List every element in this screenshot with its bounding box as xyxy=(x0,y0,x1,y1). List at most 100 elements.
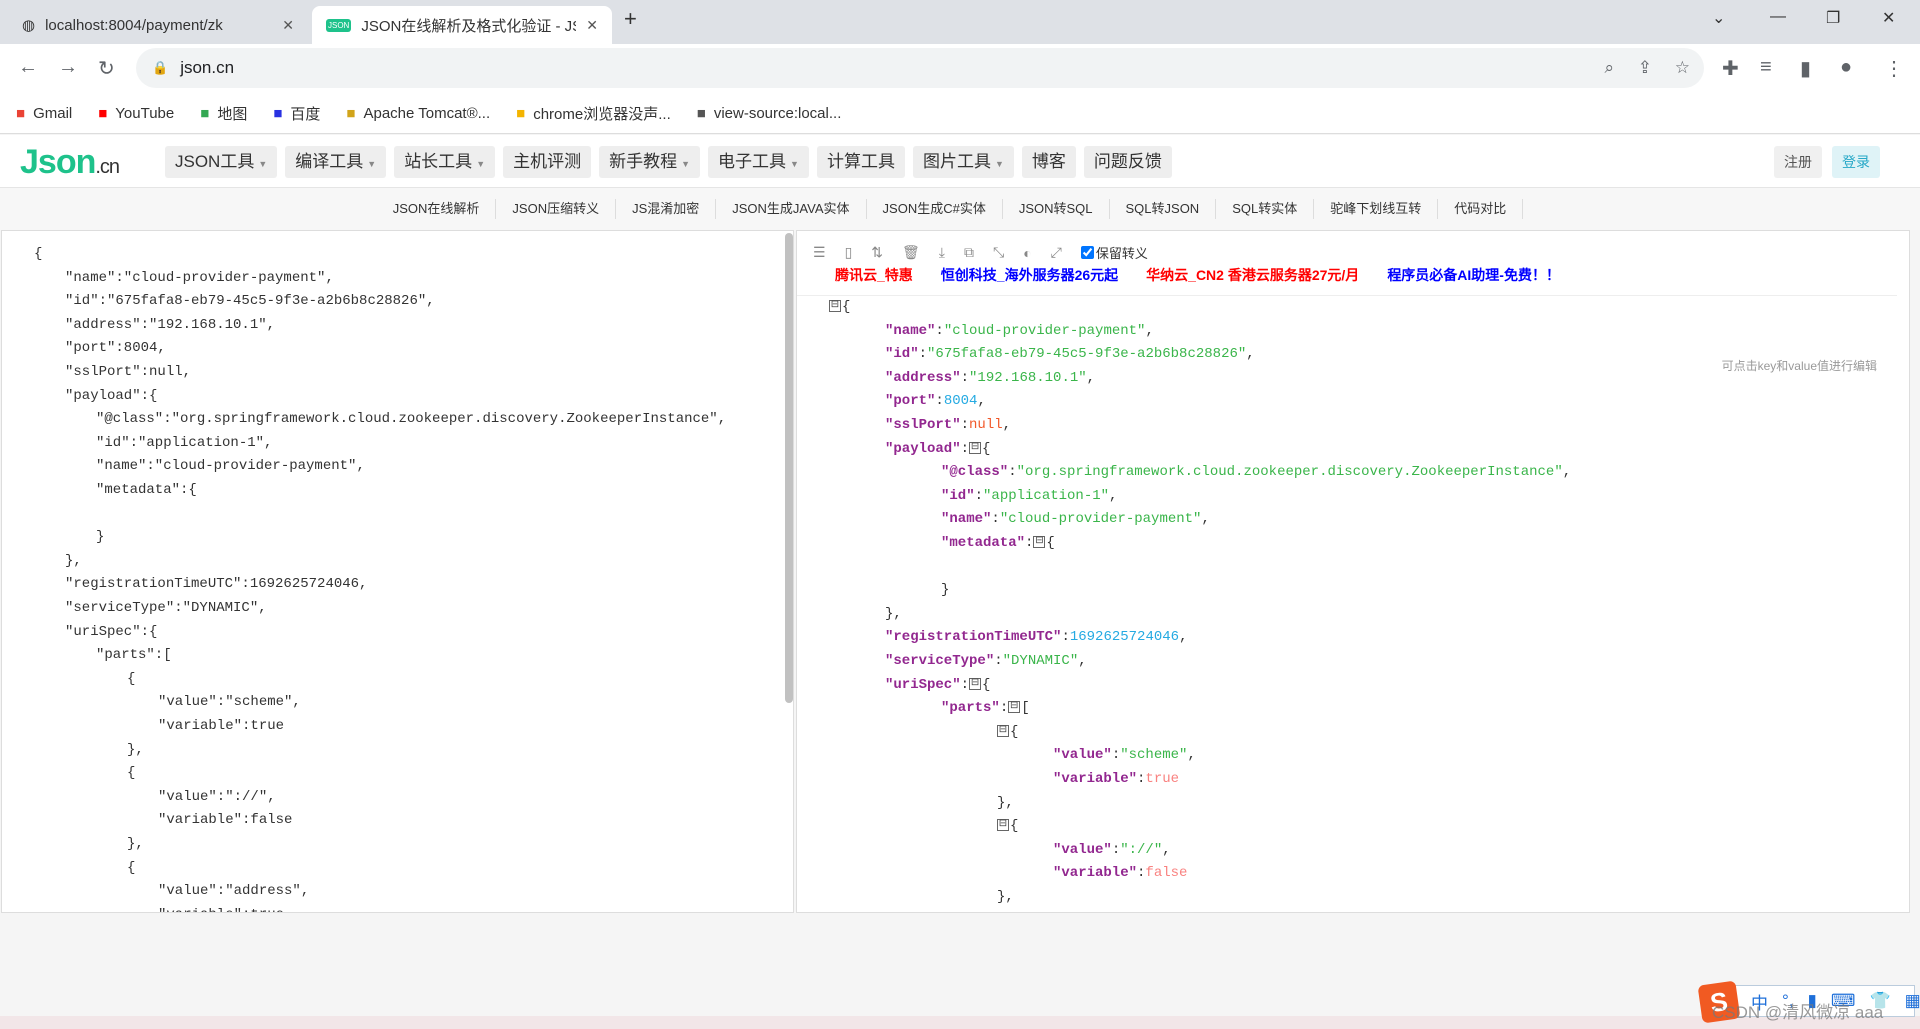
json-key[interactable]: "id" xyxy=(941,488,975,504)
json-value[interactable]: true xyxy=(1145,771,1179,787)
ad-link[interactable]: 华纳云_CN2 香港云服务器27元/月 xyxy=(1146,265,1359,285)
collapse-toggle-icon[interactable]: ⊟ xyxy=(969,677,982,690)
collapse-toggle-icon[interactable]: ⊟ xyxy=(969,441,982,454)
json-value[interactable]: "192.168.10.1" xyxy=(969,370,1087,386)
keep-escape-checkbox[interactable]: 保留转义 xyxy=(1080,243,1148,262)
json-value[interactable]: "://" xyxy=(1120,842,1162,858)
subnav-link[interactable]: JSON在线解析 xyxy=(377,199,497,219)
json-value[interactable]: "675fafa8-eb79-45c5-9f3e-a2b6b8c28826" xyxy=(927,346,1246,362)
bookmark-item[interactable]: ■ Gmail xyxy=(16,105,72,122)
sort-icon[interactable]: ⇅ xyxy=(871,244,883,261)
ad-link[interactable]: 腾讯云_特惠 xyxy=(835,265,913,285)
subnav-link[interactable]: 代码对比 xyxy=(1438,199,1524,219)
json-tree-view[interactable]: ⊟{"name":"cloud-provider-payment", "id":"… xyxy=(797,295,1897,912)
menu-item[interactable]: JSON工具 ▼ xyxy=(165,146,278,178)
subnav-link[interactable]: JSON生成JAVA实体 xyxy=(716,199,867,219)
json-key[interactable]: "payload" xyxy=(885,441,961,457)
json-value[interactable]: "org.springframework.cloud.zookeeper.dis… xyxy=(1017,464,1563,480)
json-key[interactable]: "port" xyxy=(885,393,935,409)
bookmark-star-icon[interactable]: ☆ xyxy=(1675,58,1690,78)
register-button[interactable]: 注册 xyxy=(1774,146,1822,178)
json-key[interactable]: "name" xyxy=(885,323,935,339)
menu-item[interactable]: 计算工具 xyxy=(816,146,905,178)
collapse-toggle-icon[interactable]: ⊟ xyxy=(829,300,841,313)
copy-icon[interactable]: ⧉ xyxy=(964,244,974,261)
subnav-link[interactable]: 驼峰下划线互转 xyxy=(1314,199,1439,219)
side-panel-icon[interactable]: ▮ xyxy=(1800,56,1811,81)
menu-item[interactable]: 图片工具 ▼ xyxy=(912,146,1014,178)
json-key[interactable]: "variable" xyxy=(1053,771,1137,787)
excel-icon[interactable]: ▯ xyxy=(845,244,853,261)
right-scrollbar-thumb[interactable] xyxy=(1909,556,1910,614)
bookmark-item[interactable]: ■ 百度 xyxy=(273,103,320,124)
json-value[interactable]: null xyxy=(969,417,1003,433)
share-icon[interactable]: ⇪ xyxy=(1638,58,1652,78)
subnav-link[interactable]: JS混淆加密 xyxy=(616,199,717,219)
subnav-link[interactable]: JSON压缩转义 xyxy=(496,199,617,219)
profile-avatar[interactable]: ● xyxy=(1840,56,1852,79)
menu-item[interactable]: 博客 xyxy=(1021,146,1076,178)
json-key[interactable]: "serviceType" xyxy=(885,653,994,669)
subnav-link[interactable]: JSON转SQL xyxy=(1003,199,1110,219)
ad-link[interactable]: 恒创科技_海外服务器26元起 xyxy=(941,265,1118,285)
login-button[interactable]: 登录 xyxy=(1832,146,1880,178)
menu-item[interactable]: 新手教程 ▼ xyxy=(599,146,701,178)
menu-icon[interactable]: ⋮ xyxy=(1884,56,1904,81)
tab-search-icon[interactable]: ⌄ xyxy=(1712,8,1725,28)
menu-item[interactable]: 站长工具 ▼ xyxy=(394,146,496,178)
bookmark-item[interactable]: ■ 地图 xyxy=(200,103,247,124)
trash-icon[interactable]: 🗑 xyxy=(902,244,920,261)
json-value[interactable]: 1692625724046 xyxy=(1070,629,1179,645)
right-scrollbar-track[interactable] xyxy=(1909,243,1910,909)
tab-localhost[interactable]: ◍ localhost:8004/payment/zk ✕ xyxy=(8,6,308,44)
json-key[interactable]: "registrationTimeUTC" xyxy=(885,629,1061,645)
forward-icon[interactable]: → xyxy=(58,56,78,79)
tab-json-cn[interactable]: JSON JSON在线解析及格式化验证 - JS ✕ xyxy=(312,6,612,44)
menu-item[interactable]: 问题反馈 xyxy=(1083,146,1172,178)
back-icon[interactable]: ← xyxy=(18,56,38,79)
collapse-toggle-icon[interactable]: ⊟ xyxy=(1033,536,1046,549)
json-key[interactable]: "metadata" xyxy=(941,535,1025,551)
menu-item[interactable]: 编译工具 ▼ xyxy=(285,146,387,178)
collapse-toggle-icon[interactable]: ⊟ xyxy=(997,819,1009,832)
close-window-button[interactable]: ✕ xyxy=(1882,8,1895,28)
subnav-link[interactable]: SQL转实体 xyxy=(1216,199,1315,219)
bookmark-item[interactable]: ■ YouTube xyxy=(98,105,174,122)
json-key[interactable]: "address" xyxy=(885,370,961,386)
collapse-toggle-icon[interactable]: ⊟ xyxy=(997,725,1009,738)
reload-icon[interactable]: ↻ xyxy=(98,56,115,81)
new-tab-button[interactable]: + xyxy=(624,6,637,32)
json-key[interactable]: "sslPort" xyxy=(885,417,961,433)
json-key[interactable]: "uriSpec" xyxy=(885,677,961,693)
apps-icon[interactable]: ▦ xyxy=(1905,991,1920,1011)
json-key[interactable]: "value" xyxy=(1053,842,1112,858)
json-value[interactable]: "application-1" xyxy=(983,488,1109,504)
json-input-editor[interactable]: {"name":"cloud-provider-payment", "id":"6… xyxy=(1,230,794,913)
left-scrollbar[interactable] xyxy=(785,233,793,703)
json-key[interactable]: "parts" xyxy=(941,700,1000,716)
json-key[interactable]: "name" xyxy=(941,511,991,527)
database-icon[interactable]: ☰ xyxy=(813,244,826,261)
download-icon[interactable]: ⤓ xyxy=(939,244,945,261)
expand-icon[interactable]: ⤢ xyxy=(1051,244,1062,261)
share-icon[interactable]: ◐ xyxy=(1023,245,1031,261)
bookmark-item[interactable]: ■ chrome浏览器没声... xyxy=(516,103,671,124)
json-value[interactable]: "scheme" xyxy=(1120,747,1187,763)
json-value[interactable]: "cloud-provider-payment" xyxy=(1000,511,1202,527)
subnav-link[interactable]: JSON生成C#实体 xyxy=(867,199,1003,219)
json-key[interactable]: "value" xyxy=(1053,747,1112,763)
subnav-link[interactable]: SQL转JSON xyxy=(1110,199,1217,219)
json-value[interactable]: 8004 xyxy=(944,393,978,409)
json-key[interactable]: "id" xyxy=(885,346,919,362)
json-value[interactable]: false xyxy=(1145,865,1187,881)
close-tab-icon[interactable]: ✕ xyxy=(282,17,294,34)
restore-button[interactable]: ❐ xyxy=(1826,8,1840,28)
site-logo[interactable]: Json.cn xyxy=(20,143,120,182)
compress-icon[interactable]: ⤡ xyxy=(993,244,1004,261)
bookmark-item[interactable]: ■ view-source:local... xyxy=(697,105,842,122)
menu-item[interactable]: 电子工具 ▼ xyxy=(708,146,809,178)
keep-escape-input[interactable] xyxy=(1080,246,1094,259)
json-key[interactable]: "@class" xyxy=(941,464,1008,480)
json-value[interactable]: "DYNAMIC" xyxy=(1003,653,1079,669)
address-bar[interactable]: 🔒 json.cn ⌕ ⇪ ☆ xyxy=(136,48,1704,88)
